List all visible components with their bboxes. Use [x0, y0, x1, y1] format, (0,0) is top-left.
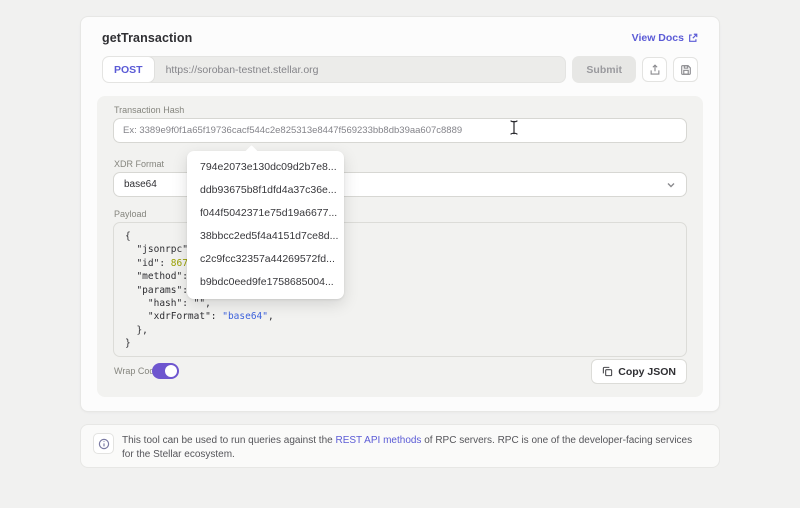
share-button[interactable] [642, 57, 667, 82]
chevron-down-icon [666, 180, 676, 190]
copy-json-label: Copy JSON [618, 365, 676, 378]
info-banner-text: This tool can be used to run queries aga… [122, 434, 705, 461]
save-button[interactable] [673, 57, 698, 82]
submit-button[interactable]: Submit [572, 56, 636, 83]
endpoint-url-group: POST https://soroban-testnet.stellar.org [102, 56, 567, 83]
toggle-knob [165, 365, 177, 377]
card-header: getTransaction View Docs [81, 17, 719, 56]
transaction-hash-label: Transaction Hash [114, 105, 185, 115]
endpoint-url-field[interactable]: https://soroban-testnet.stellar.org [155, 57, 330, 82]
save-icon [680, 64, 692, 76]
hash-suggestion-item[interactable]: 38bbcc2ed5f4a4151d7ce8d... [187, 225, 344, 248]
external-link-icon [688, 33, 698, 43]
share-icon [649, 63, 661, 76]
request-bar: POST https://soroban-testnet.stellar.org… [102, 56, 698, 83]
hash-suggestion-item[interactable]: ddb93675b8f1dfd4a37c36e... [187, 179, 344, 202]
copy-icon [602, 366, 613, 377]
wrap-code-toggle[interactable] [152, 363, 179, 379]
hash-suggestion-item[interactable]: c2c9fcc32357a44269572fd... [187, 248, 344, 271]
view-docs-link[interactable]: View Docs [632, 32, 698, 44]
info-icon-box [93, 433, 114, 454]
hash-suggestion-item[interactable]: f044f5042371e75d19a6677... [187, 202, 344, 225]
view-docs-label: View Docs [631, 32, 684, 44]
info-text-before: This tool can be used to run queries aga… [122, 435, 336, 446]
xdr-format-value: base64 [124, 179, 157, 190]
code-line: "hash": "", [125, 298, 211, 310]
hash-suggestion-item[interactable]: 794e2073e130dc09d2b7e8... [187, 156, 344, 179]
xdr-format-label: XDR Format [114, 159, 165, 169]
copy-json-button[interactable]: Copy JSON [591, 359, 687, 384]
info-banner: This tool can be used to run queries aga… [80, 424, 720, 468]
transaction-hash-input[interactable] [113, 118, 687, 143]
get-transaction-card: getTransaction View Docs POST https://so… [80, 16, 720, 412]
code-line: }, [125, 324, 148, 336]
info-icon [98, 438, 110, 450]
page-title: getTransaction [102, 31, 193, 45]
hash-suggestion-item[interactable]: b9bdc0eed9fe1758685004... [187, 271, 344, 294]
hash-suggestion-list: 794e2073e130dc09d2b7e8... ddb93675b8f1dfd… [187, 151, 344, 299]
rest-api-methods-link[interactable]: REST API methods [335, 435, 421, 446]
http-method-badge: POST [103, 57, 155, 82]
code-line: } [125, 338, 131, 350]
payload-label: Payload [114, 209, 147, 219]
code-line: "xdrFormat": "base64", [125, 311, 274, 323]
